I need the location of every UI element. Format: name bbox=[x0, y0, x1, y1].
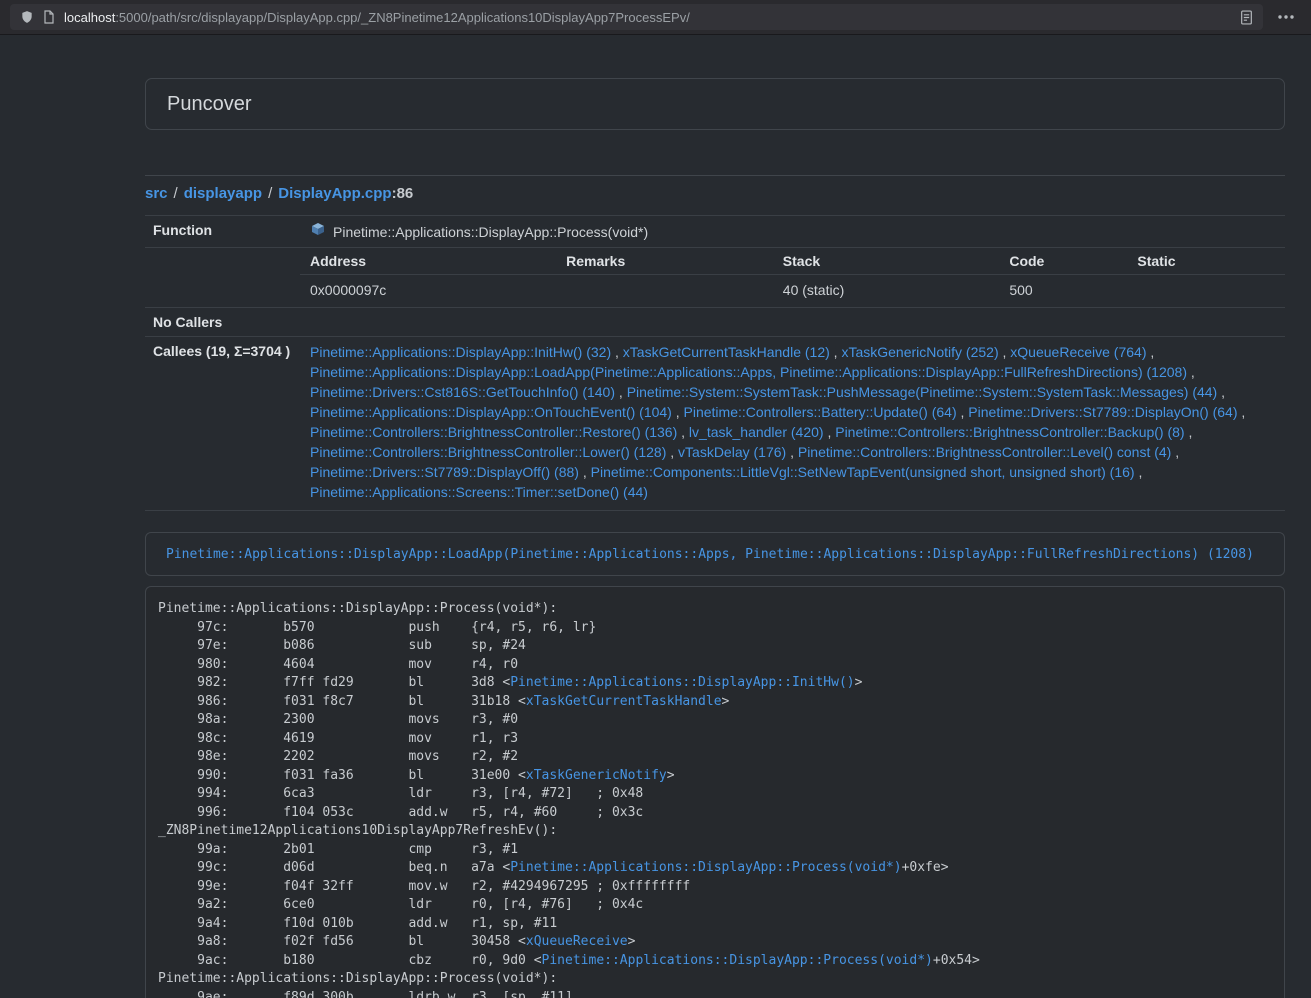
no-callers-label: No Callers bbox=[145, 308, 300, 336]
metrics-header-row: Address Remarks Stack Code Static bbox=[300, 248, 1285, 275]
selected-callee-link[interactable]: Pinetime::Applications::DisplayApp::Load… bbox=[166, 547, 1254, 562]
callee-link[interactable]: vTaskDelay (176) bbox=[678, 444, 786, 460]
callee-separator: , bbox=[824, 424, 836, 440]
address-value: 0x0000097c bbox=[300, 275, 556, 307]
callee-link[interactable]: lv_task_handler (420) bbox=[689, 424, 824, 440]
breadcrumb-separator: / bbox=[268, 185, 272, 202]
divider bbox=[145, 175, 1285, 176]
callee-link[interactable]: Pinetime::Applications::DisplayApp::Load… bbox=[310, 364, 1187, 380]
disassembly-pre: Pinetime::Applications::DisplayApp::Proc… bbox=[158, 600, 1272, 998]
disassembly-symbol-link[interactable]: Pinetime::Applications::DisplayApp::Init… bbox=[510, 675, 854, 690]
callee-link[interactable]: Pinetime::Applications::DisplayApp::Init… bbox=[310, 344, 611, 360]
url-path: :5000/path/src/displayapp/DisplayApp.cpp… bbox=[115, 10, 690, 25]
breadcrumb: src / displayapp / DisplayApp.cpp:86 bbox=[145, 185, 1285, 202]
browser-toolbar: localhost:5000/path/src/displayapp/Displ… bbox=[0, 0, 1311, 35]
callee-separator: , bbox=[1217, 384, 1225, 400]
callee-link[interactable]: Pinetime::Drivers::Cst816S::GetTouchInfo… bbox=[310, 384, 615, 400]
callee-link[interactable]: Pinetime::Controllers::BrightnessControl… bbox=[310, 424, 677, 440]
callee-link[interactable]: Pinetime::Drivers::St7789::DisplayOn() (… bbox=[968, 404, 1237, 420]
breadcrumb-file-link[interactable]: DisplayApp.cpp bbox=[278, 185, 391, 202]
callee-link[interactable]: Pinetime::Controllers::BrightnessControl… bbox=[310, 444, 666, 460]
page-container: Puncover src / displayapp / DisplayApp.cpp:8… bbox=[145, 78, 1285, 998]
callee-link[interactable]: Pinetime::Controllers::Battery::Update()… bbox=[684, 404, 957, 420]
disassembly-panel: Pinetime::Applications::DisplayApp::Proc… bbox=[145, 586, 1285, 998]
metrics-value-row: 0x0000097c 40 (static) 500 bbox=[300, 275, 1285, 307]
callee-separator: , bbox=[830, 344, 842, 360]
function-icon bbox=[310, 222, 326, 241]
disassembly-symbol-link[interactable]: Pinetime::Applications::DisplayApp::Proc… bbox=[542, 953, 933, 968]
callee-link[interactable]: xTaskGetCurrentTaskHandle (12) bbox=[623, 344, 830, 360]
callees-list: Pinetime::Applications::DisplayApp::Init… bbox=[300, 337, 1285, 510]
shield-icon[interactable] bbox=[20, 9, 34, 25]
function-label: Function bbox=[145, 216, 300, 247]
callee-separator: , bbox=[579, 464, 591, 480]
callee-separator: , bbox=[999, 344, 1011, 360]
no-callers-row: No Callers bbox=[145, 307, 1285, 336]
callee-link[interactable]: Pinetime::Drivers::St7789::DisplayOff() … bbox=[310, 464, 579, 480]
callee-separator: , bbox=[1185, 424, 1193, 440]
column-header-static: Static bbox=[1127, 248, 1285, 275]
metrics-table: Address Remarks Stack Code Static 0x0000… bbox=[300, 248, 1285, 307]
disassembly-symbol-link[interactable]: Pinetime::Applications::DisplayApp::Proc… bbox=[510, 860, 901, 875]
url-bar[interactable]: localhost:5000/path/src/displayapp/Displ… bbox=[10, 4, 1263, 30]
function-name: Pinetime::Applications::DisplayApp::Proc… bbox=[333, 224, 648, 240]
function-table: Function Pinetime::Applications::Display… bbox=[145, 215, 1285, 511]
callee-link[interactable]: Pinetime::Controllers::BrightnessControl… bbox=[835, 424, 1184, 440]
selected-callee-panel: Pinetime::Applications::DisplayApp::Load… bbox=[145, 532, 1285, 576]
callee-link[interactable]: xTaskGenericNotify (252) bbox=[841, 344, 998, 360]
code-size-value: 500 bbox=[999, 275, 1127, 307]
disassembly-symbol-link[interactable]: xTaskGetCurrentTaskHandle bbox=[526, 694, 722, 709]
callee-link[interactable]: Pinetime::System::SystemTask::PushMessag… bbox=[627, 384, 1218, 400]
overflow-menu-icon[interactable] bbox=[1271, 4, 1301, 30]
column-header-address: Address bbox=[300, 248, 556, 275]
breadcrumb-src-link[interactable]: src bbox=[145, 185, 168, 202]
remarks-value bbox=[556, 275, 773, 307]
page-title: Puncover bbox=[167, 93, 252, 116]
callee-separator: , bbox=[786, 444, 798, 460]
column-header-remarks: Remarks bbox=[556, 248, 773, 275]
disassembly-symbol-link[interactable]: xQueueReceive bbox=[526, 934, 628, 949]
stack-value: 40 (static) bbox=[773, 275, 1000, 307]
callee-separator: , bbox=[615, 384, 627, 400]
callee-separator: , bbox=[611, 344, 623, 360]
callee-separator: , bbox=[1187, 364, 1195, 380]
callee-link[interactable]: Pinetime::Controllers::BrightnessControl… bbox=[798, 444, 1171, 460]
metrics-row: Address Remarks Stack Code Static 0x0000… bbox=[145, 247, 1285, 307]
metrics-row-spacer bbox=[145, 248, 300, 307]
callee-link[interactable]: Pinetime::Components::LittleVgl::SetNewT… bbox=[591, 464, 1135, 480]
callees-row: Callees (19, Σ=3704 ) Pinetime::Applicat… bbox=[145, 336, 1285, 510]
callee-separator: , bbox=[677, 424, 689, 440]
callee-separator: , bbox=[1171, 444, 1179, 460]
callees-label: Callees (19, Σ=3704 ) bbox=[145, 337, 300, 510]
callee-separator: , bbox=[957, 404, 969, 420]
callee-separator: , bbox=[666, 444, 678, 460]
callee-separator: , bbox=[1238, 404, 1246, 420]
page-identity-icon[interactable] bbox=[43, 10, 55, 24]
static-value bbox=[1127, 275, 1285, 307]
disassembly-symbol-link[interactable]: xTaskGenericNotify bbox=[526, 768, 667, 783]
url-host: localhost bbox=[64, 10, 115, 25]
breadcrumb-separator: / bbox=[174, 185, 178, 202]
column-header-stack: Stack bbox=[773, 248, 1000, 275]
callee-link[interactable]: Pinetime::Applications::Screens::Timer::… bbox=[310, 484, 648, 500]
function-row: Function Pinetime::Applications::Display… bbox=[145, 215, 1285, 247]
callee-separator: , bbox=[672, 404, 684, 420]
page-header: Puncover bbox=[145, 78, 1285, 130]
callee-separator: , bbox=[1135, 464, 1143, 480]
url-text[interactable]: localhost:5000/path/src/displayapp/Displ… bbox=[64, 10, 1231, 25]
column-header-code: Code bbox=[999, 248, 1127, 275]
breadcrumb-line-number: :86 bbox=[392, 185, 414, 202]
reader-view-icon[interactable] bbox=[1240, 10, 1253, 25]
callee-link[interactable]: Pinetime::Applications::DisplayApp::OnTo… bbox=[310, 404, 672, 420]
callee-separator: , bbox=[1146, 344, 1154, 360]
breadcrumb-displayapp-link[interactable]: displayapp bbox=[184, 185, 262, 202]
callee-link[interactable]: xQueueReceive (764) bbox=[1010, 344, 1146, 360]
